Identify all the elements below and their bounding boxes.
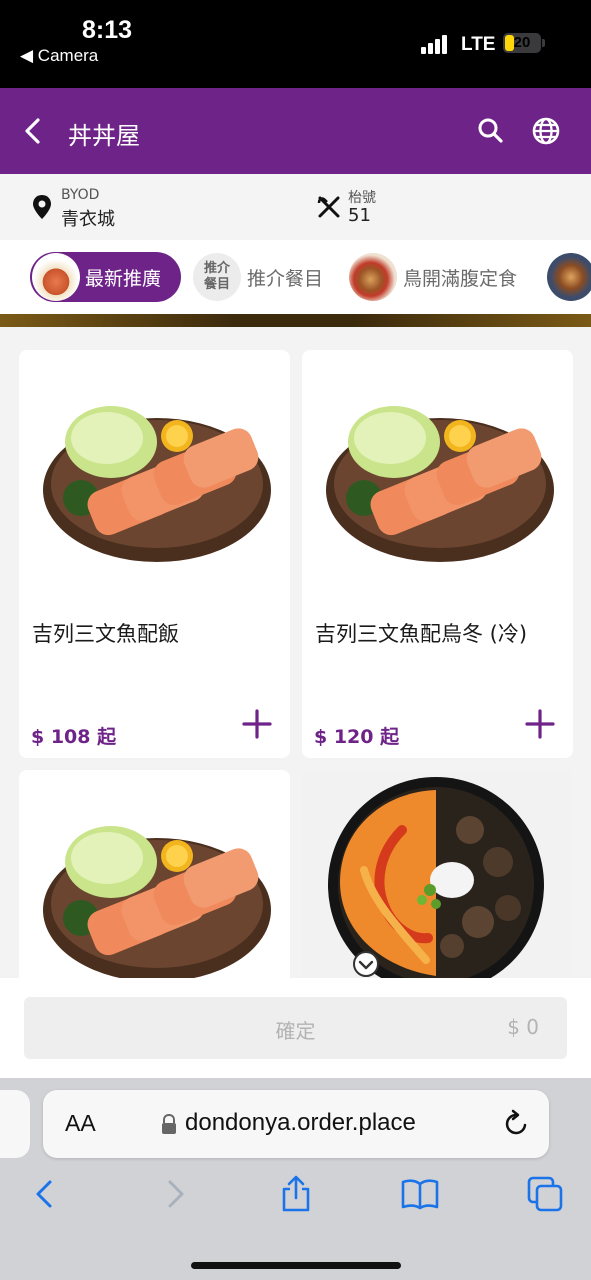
- signal-icon: [421, 34, 451, 54]
- store-info-row: BYOD 青衣城 枱號 51: [0, 174, 591, 240]
- plus-icon[interactable]: [524, 708, 556, 740]
- status-bar: 8:13 ◀ Camera LTE 20: [0, 0, 591, 88]
- location-pin-icon: [33, 195, 51, 219]
- back-icon[interactable]: [16, 114, 50, 148]
- browser-toolbar: AA dondonya.order.place: [0, 1078, 591, 1280]
- tab-latest-promo[interactable]: 最新推廣: [30, 252, 181, 302]
- search-icon[interactable]: [474, 114, 508, 148]
- location-label: BYOD: [61, 187, 100, 203]
- globe-icon[interactable]: [529, 114, 563, 148]
- product-price: $ 108 起: [31, 726, 117, 748]
- previous-tab-peek[interactable]: [0, 1090, 30, 1158]
- browser-forward-icon[interactable]: [154, 1174, 194, 1214]
- table-label: 枱號: [348, 190, 376, 206]
- tab-thumbnail: [349, 253, 397, 301]
- product-price: $ 120 起: [314, 726, 400, 748]
- order-total: $ 0: [507, 1015, 539, 1039]
- app-header: 丼丼屋: [0, 88, 591, 174]
- category-tabs: 最新推廣 推介 餐目 推介餐目 鳥開滿腹定食: [0, 240, 591, 314]
- product-card[interactable]: 吉列三文魚配飯 $ 108 起: [19, 350, 290, 758]
- confirm-button[interactable]: 確定 $ 0: [24, 997, 567, 1059]
- tabs-icon[interactable]: [525, 1174, 565, 1214]
- bookmarks-icon[interactable]: [400, 1174, 440, 1214]
- tab-thumbnail: [32, 253, 80, 301]
- tab-thumbnail-text: 推介 餐目: [193, 253, 241, 301]
- product-image: [326, 406, 554, 562]
- plus-icon[interactable]: [241, 708, 273, 740]
- home-indicator[interactable]: [191, 1262, 401, 1269]
- location-name: 青衣城: [61, 209, 115, 230]
- table-number: 51: [348, 205, 371, 226]
- address-bar[interactable]: AA dondonya.order.place: [43, 1090, 549, 1158]
- reader-settings-button[interactable]: AA: [65, 1110, 96, 1137]
- tab-label: 最新推廣: [85, 268, 162, 290]
- order-confirm-bar: 確定 $ 0: [0, 978, 591, 1078]
- url-text: dondonya.order.place: [185, 1109, 416, 1136]
- reload-icon[interactable]: [500, 1108, 532, 1140]
- utensils-icon: [317, 196, 340, 218]
- tab-more-thumbnail[interactable]: [547, 253, 591, 301]
- network-type: LTE: [461, 34, 496, 55]
- product-name: 吉列三文魚配烏冬 (冷): [315, 622, 528, 646]
- back-to-camera-link[interactable]: ◀ Camera: [20, 46, 98, 66]
- page-title: 丼丼屋: [68, 122, 140, 150]
- scroll-down-icon[interactable]: [352, 950, 380, 978]
- confirm-label: 確定: [275, 1019, 316, 1043]
- share-icon[interactable]: [276, 1174, 316, 1214]
- battery-icon: 20: [503, 33, 541, 53]
- product-name: 吉列三文魚配飯: [32, 622, 179, 646]
- product-image: [43, 406, 271, 562]
- lock-icon: [162, 1114, 176, 1134]
- banner-strip: [0, 314, 591, 327]
- tab-label: 鳥開滿腹定食: [403, 268, 518, 290]
- status-time: 8:13: [82, 16, 133, 44]
- browser-back-icon[interactable]: [26, 1174, 66, 1214]
- tab-label: 推介餐目: [247, 268, 324, 290]
- battery-level: 20: [513, 34, 531, 51]
- product-card[interactable]: 吉列三文魚配烏冬 (冷) $ 120 起: [302, 350, 573, 758]
